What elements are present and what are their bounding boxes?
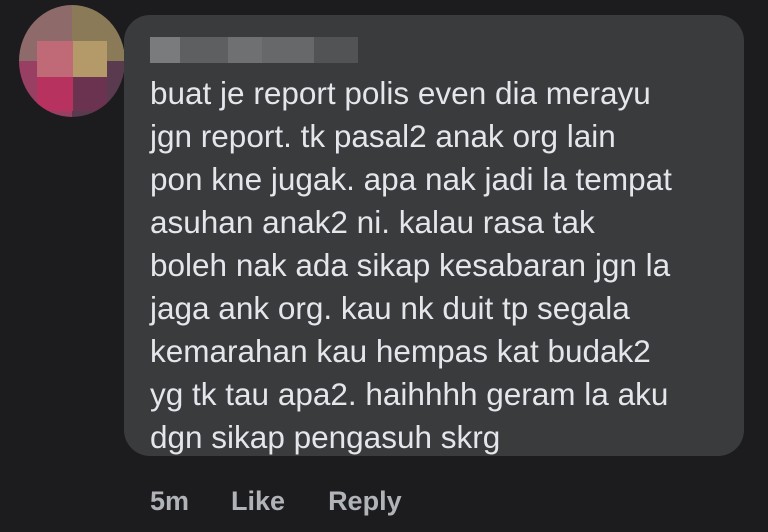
like-button[interactable]: Like (231, 486, 285, 517)
avatar[interactable] (19, 5, 125, 117)
comment-bubble: buat je report polis even dia merayu jgn… (124, 15, 744, 456)
comment-timestamp[interactable]: 5m (150, 486, 189, 517)
comment-page: buat je report polis even dia merayu jgn… (0, 0, 768, 532)
comment-text: buat je report polis even dia merayu jgn… (150, 75, 672, 455)
author-name-redacted[interactable] (150, 37, 358, 63)
reply-button[interactable]: Reply (328, 486, 402, 517)
comment-actions: 5m Like Reply (150, 486, 402, 517)
